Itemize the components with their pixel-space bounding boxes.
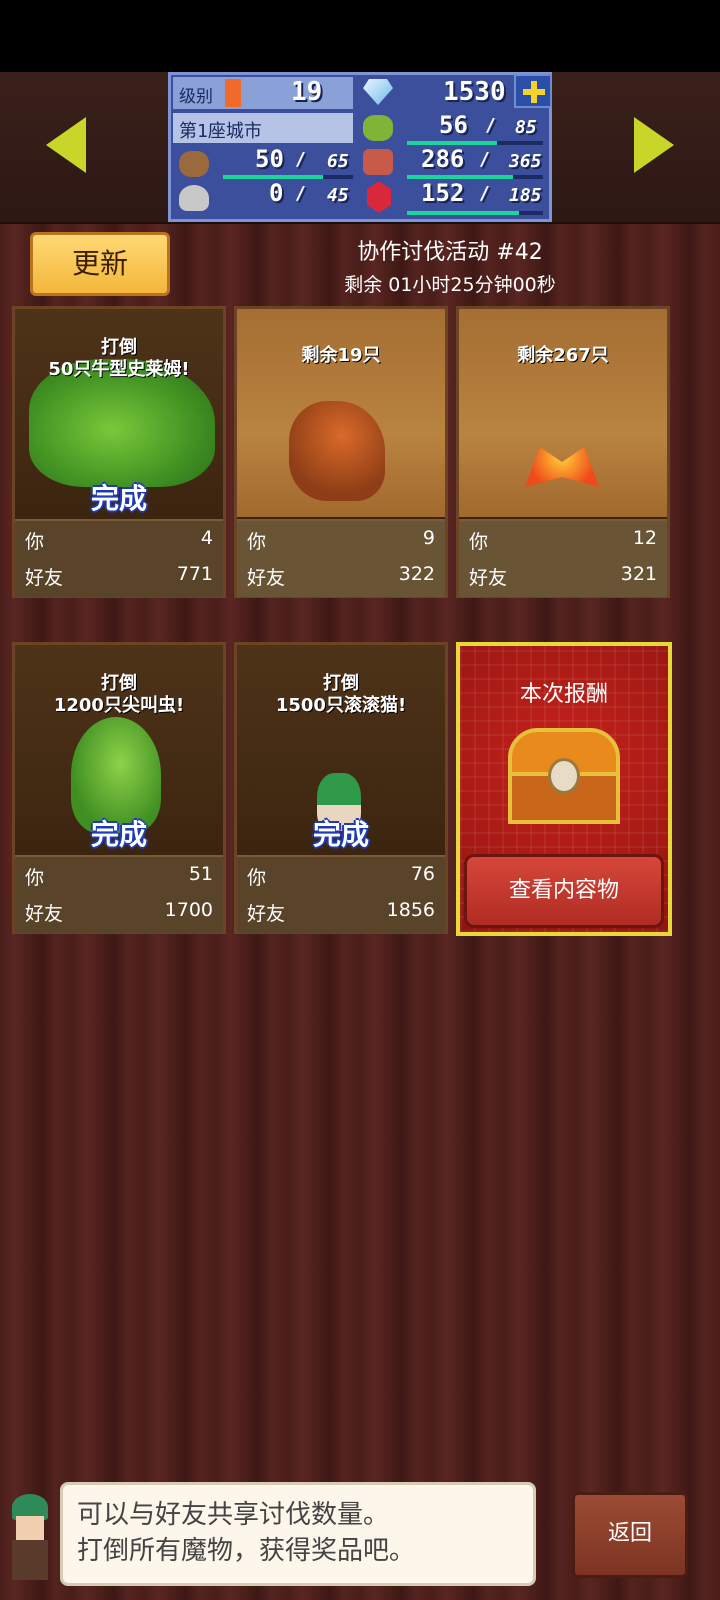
card-title: 打倒	[101, 673, 137, 694]
monster-card[interactable]: 剩余19只 你 9 好友 322	[234, 306, 448, 598]
dialog-line-2: 打倒所有魔物，获得奖品吧。	[77, 1536, 416, 1566]
stone-icon	[179, 185, 209, 211]
friend-count: 322	[398, 563, 435, 585]
card-title: 剩余267只	[517, 345, 609, 366]
done-badge: 完成	[312, 818, 369, 851]
card-subtitle: 50只牛型史莱姆!	[48, 359, 190, 380]
card-subtitle: 1500只滚滚猫!	[275, 695, 407, 716]
food-max: 365	[509, 151, 542, 172]
level-label: 级别	[179, 87, 213, 107]
you-label: 你	[25, 867, 45, 889]
done-badge: 完成	[90, 818, 147, 851]
you-count: 76	[410, 863, 435, 885]
dialog-line-1: 可以与好友共享讨伐数量。	[77, 1500, 390, 1530]
card-title: 剩余19只	[301, 345, 381, 366]
refresh-button[interactable]: 更新	[30, 232, 170, 296]
ruby-bar	[407, 211, 519, 215]
ruby-icon	[367, 181, 391, 213]
guide-avatar	[4, 1488, 56, 1584]
event-timer: 剩余 01小时25分钟00秒	[344, 274, 556, 296]
friend-count: 1700	[164, 899, 213, 921]
status-bar	[0, 0, 720, 72]
add-gems-plus-icon[interactable]	[514, 74, 552, 108]
wood-value: 50	[255, 145, 284, 173]
friend-label: 好友	[25, 567, 64, 589]
done-badge: 完成	[90, 482, 147, 515]
you-count: 12	[632, 527, 657, 549]
you-label: 你	[247, 867, 267, 889]
card-title: 打倒	[323, 673, 359, 694]
food-icon	[363, 149, 393, 175]
stone-value: 0	[269, 179, 284, 207]
event-title: 协作讨伐活动 #42	[357, 240, 543, 265]
wood-icon	[179, 151, 209, 177]
ruby-max: 185	[509, 185, 542, 206]
monster-card[interactable]: 打倒 1500只滚滚猫! 完成 你 76 好友 1856	[234, 642, 448, 934]
back-button[interactable]: 返回	[572, 1492, 688, 1578]
you-label: 你	[469, 531, 489, 553]
dragon-monster-sprite	[289, 401, 385, 501]
friend-count: 321	[620, 563, 657, 585]
level-value: 19	[291, 77, 323, 107]
food-value: 286	[421, 145, 465, 173]
gem-value: 1530	[443, 77, 506, 107]
prev-city-arrow-icon[interactable]	[46, 117, 86, 173]
grass-value: 56	[439, 111, 468, 139]
city-name: 第1座城市	[179, 121, 262, 142]
you-label: 你	[247, 531, 267, 553]
friend-label: 好友	[247, 903, 286, 925]
you-count: 51	[188, 863, 213, 885]
resource-panel: 级别 19 1530 第1座城市 56 / 85 50 / 65 286 / 3…	[168, 72, 552, 222]
you-count: 9	[422, 527, 435, 549]
friend-count: 771	[176, 563, 213, 585]
fire-bat-monster-sprite	[525, 447, 599, 487]
view-contents-button[interactable]: 查看内容物	[464, 854, 664, 928]
monster-card[interactable]: 打倒 1200只尖叫虫! 完成 你 51 好友 1700	[12, 642, 226, 934]
monster-card[interactable]: 打倒 50只牛型史莱姆! 完成 你 4 好友 771	[12, 306, 226, 598]
friend-label: 好友	[25, 903, 64, 925]
card-title: 打倒	[101, 337, 137, 358]
gem-icon	[363, 79, 393, 105]
friend-count: 1856	[386, 899, 435, 921]
grass-max: 85	[515, 117, 537, 138]
dialog-bubble: 可以与好友共享讨伐数量。 打倒所有魔物，获得奖品吧。	[60, 1482, 536, 1586]
chest-lock-icon	[548, 758, 580, 794]
reward-panel: 本次报酬 查看内容物	[456, 642, 672, 936]
reward-title: 本次报酬	[519, 682, 608, 707]
next-city-arrow-icon[interactable]	[634, 117, 674, 173]
wood-max: 65	[327, 151, 349, 172]
grass-icon	[363, 115, 393, 141]
card-subtitle: 1200只尖叫虫!	[53, 695, 185, 716]
you-count: 4	[200, 527, 213, 549]
you-label: 你	[25, 531, 45, 553]
stone-max: 45	[327, 185, 349, 206]
monster-card[interactable]: 剩余267只 你 12 好友 321	[456, 306, 670, 598]
level-progress	[225, 79, 241, 107]
friend-label: 好友	[469, 567, 508, 589]
ruby-value: 152	[421, 179, 465, 207]
friend-label: 好友	[247, 567, 286, 589]
